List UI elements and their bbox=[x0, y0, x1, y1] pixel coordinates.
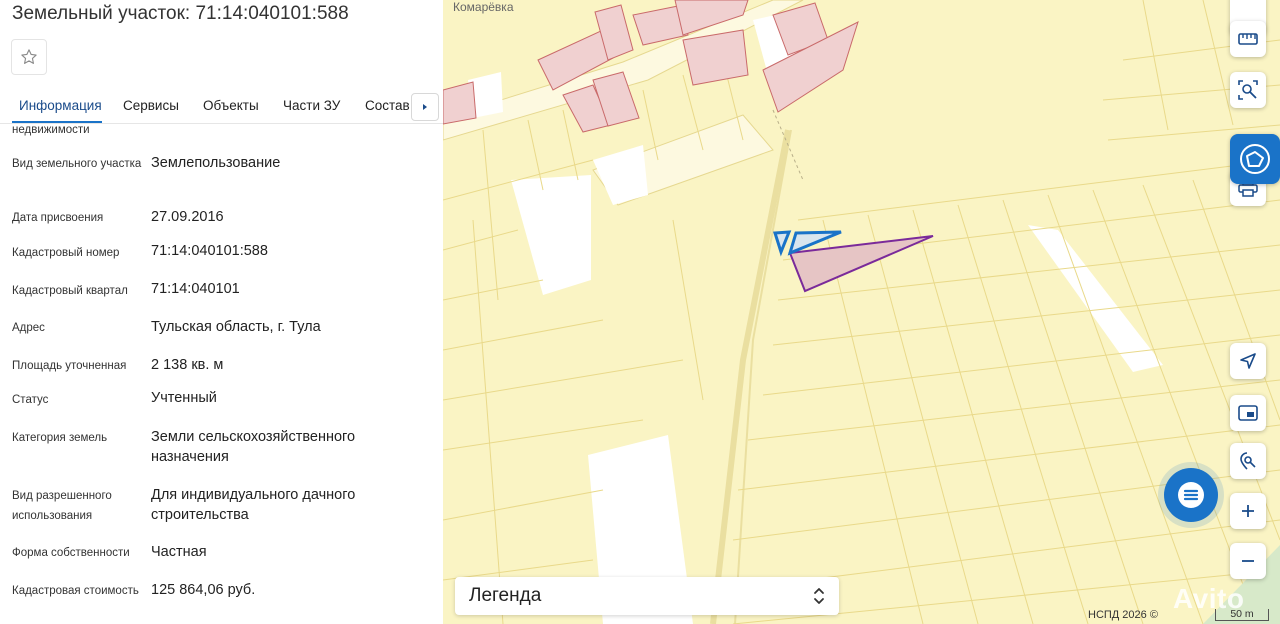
measure-button[interactable] bbox=[1230, 21, 1266, 57]
plus-icon bbox=[1242, 505, 1254, 517]
tabs-scroll-right-button[interactable] bbox=[411, 93, 439, 121]
hand-pointer-icon bbox=[1240, 144, 1270, 174]
field-value: Тульская область, г. Тула bbox=[151, 319, 321, 335]
chevron-up-down-icon bbox=[814, 588, 824, 604]
field-label: Адрес bbox=[12, 322, 45, 334]
tab-services[interactable]: Сервисы bbox=[123, 98, 179, 113]
tab-bar: Информация Сервисы Объекты Части ЗУ Сост… bbox=[0, 90, 443, 124]
field-value: Земли сельскохозяйственного назначения bbox=[151, 429, 356, 465]
copyright-text: НСПД 2026 © bbox=[1088, 609, 1158, 621]
star-icon bbox=[21, 49, 37, 64]
field-value: Землепользование bbox=[151, 155, 281, 171]
field-value: 71:14:040101:588 bbox=[151, 243, 268, 259]
field-label: Дата присвоения bbox=[12, 212, 104, 224]
search-area-icon bbox=[1238, 80, 1258, 100]
layers-icon bbox=[1238, 405, 1258, 421]
field-label: Вид разрешенного использования bbox=[12, 490, 112, 522]
field-label: Площадь уточненная bbox=[12, 360, 127, 372]
geolocate-button[interactable] bbox=[1230, 443, 1266, 479]
legend-label: Легенда bbox=[469, 585, 542, 606]
cadastral-map[interactable]: Комарёвка Легенда Avito НСПД 2026 © 50 m bbox=[443, 0, 1280, 624]
tab-objects[interactable]: Объекты bbox=[203, 98, 259, 113]
field-value: Для индивидуального дачного строительств… bbox=[151, 487, 356, 523]
field-label: Вид земельного участка bbox=[12, 158, 142, 170]
field-label: Кадастровая стоимость bbox=[12, 585, 139, 597]
field-label: Кадастровый квартал bbox=[12, 285, 128, 297]
zoom-out-button[interactable] bbox=[1230, 543, 1266, 579]
field-value: 125 864,06 руб. bbox=[151, 582, 256, 598]
pan-tool-button[interactable] bbox=[1230, 134, 1280, 184]
field-label: Категория земель bbox=[12, 432, 108, 444]
navigation-arrow-icon bbox=[1240, 353, 1256, 369]
field-label: Статус bbox=[12, 394, 49, 406]
chat-button[interactable] bbox=[1164, 468, 1218, 522]
field-label: Форма собственности bbox=[12, 547, 130, 559]
field-value: 27.09.2016 bbox=[151, 209, 224, 225]
location-search-icon bbox=[1240, 452, 1256, 470]
field-label: Кадастровый номер bbox=[12, 247, 120, 259]
field-value: 2 138 кв. м bbox=[151, 357, 224, 373]
caret-right-icon bbox=[423, 104, 427, 110]
info-panel: Земельный участок: 71:14:040101:588 Инфо… bbox=[0, 0, 443, 624]
page-title: Земельный участок: 71:14:040101:588 bbox=[12, 3, 349, 24]
tab-parts[interactable]: Части ЗУ bbox=[283, 98, 340, 113]
legend-dropdown[interactable]: Легенда bbox=[455, 577, 839, 615]
layers-button[interactable] bbox=[1230, 395, 1266, 431]
field-label-partial: недвижимости bbox=[12, 124, 90, 136]
chat-bubble-icon bbox=[1178, 482, 1204, 508]
scale-bar: 50 m bbox=[1215, 609, 1269, 621]
map-canvas bbox=[443, 0, 1280, 624]
zoom-in-button[interactable] bbox=[1230, 493, 1266, 529]
area-search-button[interactable] bbox=[1230, 72, 1266, 108]
my-location-button[interactable] bbox=[1230, 343, 1266, 379]
field-value: Частная bbox=[151, 544, 207, 560]
field-value: Учтенный bbox=[151, 390, 217, 406]
minus-icon bbox=[1242, 560, 1254, 562]
favorite-button[interactable] bbox=[11, 39, 47, 75]
tab-information[interactable]: Информация bbox=[19, 98, 102, 113]
field-value: 71:14:040101 bbox=[151, 281, 240, 297]
place-label: Комарёвка bbox=[453, 0, 514, 14]
tab-composition[interactable]: Состав bbox=[365, 98, 410, 113]
ruler-icon bbox=[1238, 33, 1258, 45]
